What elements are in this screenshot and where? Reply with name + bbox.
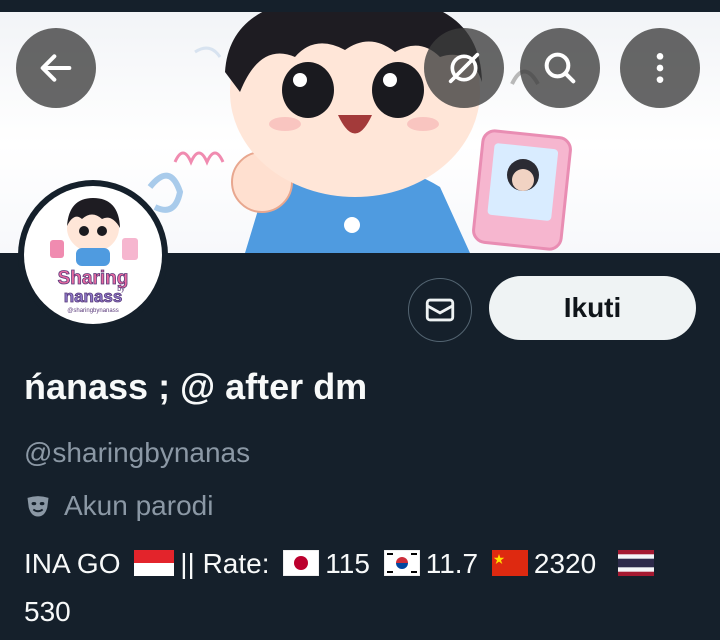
more-vertical-icon: [656, 53, 664, 83]
china-flag: [491, 549, 528, 576]
bio-cn-value: 2320: [533, 548, 597, 579]
follow-button[interactable]: Ikuti: [489, 276, 696, 340]
display-name: ńanass ; @ after dm: [24, 366, 368, 407]
profile-bio: INA GO || Rate: 115 11.7 2320 530: [24, 540, 684, 636]
message-button[interactable]: [408, 278, 472, 342]
arrow-left-icon: [40, 54, 72, 82]
profile-handle: @sharingbynanas: [24, 437, 251, 468]
avatar-logo: Sharing by nanass @sharingbynanass: [50, 198, 138, 314]
bio-th-value: 530: [24, 596, 71, 627]
bio-rate-label: || Rate:: [180, 548, 270, 579]
mask-icon: [27, 496, 49, 517]
bio-kr-value: 11.7: [425, 548, 479, 579]
search-icon: [544, 52, 576, 84]
envelope-icon: [425, 298, 455, 322]
parody-badge: Akun parodi: [24, 490, 213, 522]
avatar-image: Sharing by nanass @sharingbynanass: [24, 186, 162, 324]
back-button[interactable]: [16, 28, 96, 108]
profile-avatar[interactable]: Sharing by nanass @sharingbynanass: [18, 180, 168, 330]
parody-label: Akun parodi: [64, 490, 214, 521]
japan-flag: [283, 549, 320, 576]
grok-icon: [448, 52, 480, 84]
bio-jp-value: 115: [325, 548, 370, 579]
search-button[interactable]: [520, 28, 600, 108]
more-button[interactable]: [620, 28, 700, 108]
korea-flag: [383, 549, 420, 576]
bio-prefix: INA GO: [24, 548, 121, 579]
status-bar: [0, 0, 720, 12]
grok-button[interactable]: [424, 28, 504, 108]
indonesia-flag: [134, 549, 175, 576]
avatar-logo-handle: @sharingbynanass: [67, 308, 118, 314]
thailand-flag: [617, 549, 654, 576]
avatar-logo-sub: nanass: [64, 287, 123, 306]
